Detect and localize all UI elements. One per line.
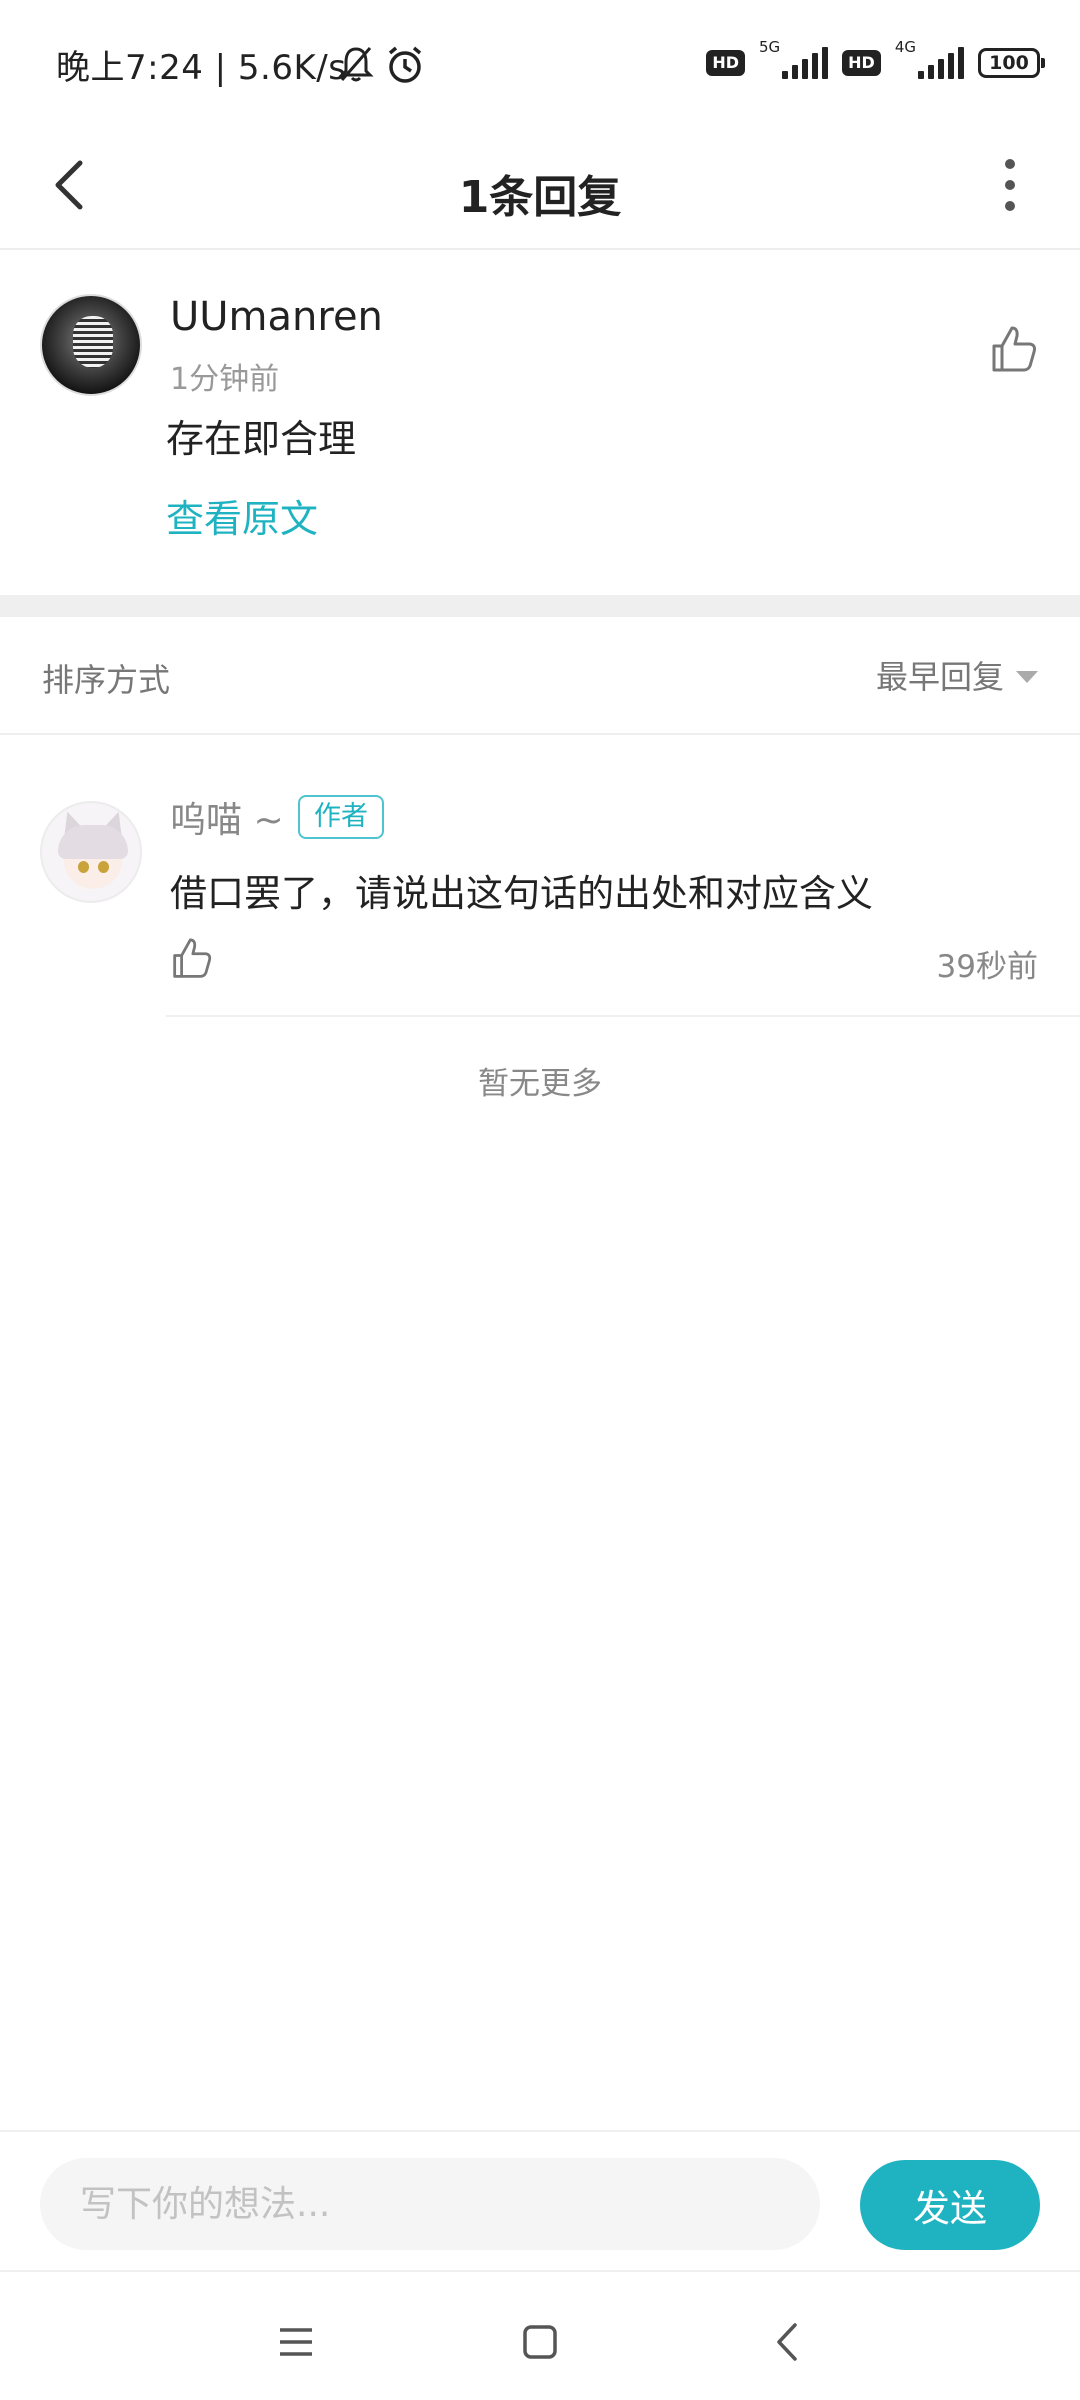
original-comment: UUmanren 1分钟前 存在即合理 查看原文 [0,250,1080,595]
more-vertical-icon [1005,159,1015,169]
like-button[interactable] [984,320,1044,380]
status-time-speed: 晚上7:24 | 5.6K/s [56,48,347,88]
comment-time: 1分钟前 [170,362,280,397]
reply-username[interactable]: 呜喵 ~ [170,791,284,843]
comment-input[interactable] [40,2158,820,2250]
reply-text: 借口罢了，请说出这句话的出处和对应含义 [170,872,873,915]
sort-bar: 排序方式 最早回复 [0,617,1080,735]
comment-text: 存在即合理 [166,417,357,461]
reply-like-button[interactable] [166,933,218,985]
bell-off-icon [336,44,376,88]
reply-divider [166,1015,1080,1017]
no-more-text: 暂无更多 [478,1066,602,1102]
section-divider [0,595,1080,617]
send-button[interactable]: 发送 [860,2160,1040,2250]
view-original-link[interactable]: 查看原文 [166,488,318,543]
battery-icon: 100 [978,48,1045,78]
status-bar: 晚上7:24 | 5.6K/s HD 5G HD 4G 100 [0,0,1080,125]
signal-icon-2 [918,47,964,79]
thumbs-up-icon [992,326,1036,372]
menu-button[interactable] [256,2302,336,2382]
alarm-icon [384,44,426,90]
more-options-button[interactable] [970,145,1050,225]
hd-badge-2: HD [842,50,881,76]
author-badge: 作者 [298,795,384,839]
status-right-group: HD 5G HD 4G 100 [706,38,1045,86]
signal-icon [782,47,829,79]
home-square-icon [523,2325,557,2359]
back-chevron-icon [777,2323,797,2361]
network-label-5g: 5G [758,38,781,56]
reply-time: 39秒前 [936,949,1038,985]
avatar[interactable] [40,294,142,396]
sort-selected-value: 最早回复 [875,658,1004,696]
comment-username[interactable]: UUmanren [170,294,383,340]
sort-dropdown[interactable]: 最早回复 [876,649,1038,701]
reply-item: 呜喵 ~ 作者 借口罢了，请说出这句话的出处和对应含义 39秒前 [0,735,1080,1017]
hd-badge: HD [706,50,745,76]
nav-back-button[interactable] [748,2302,828,2382]
sort-label: 排序方式 [42,661,171,699]
app-header: 1条回复 [0,125,1080,250]
comment-composer: 发送 [0,2130,1080,2270]
network-label-4g: 4G [894,38,916,56]
avatar[interactable] [40,801,142,903]
home-button[interactable] [500,2302,580,2382]
page-title: 1条回复 [458,172,622,223]
menu-icon [280,2328,312,2356]
system-nav-bar [0,2270,1080,2400]
thumbs-up-icon [173,938,212,978]
caret-down-icon [1016,671,1038,683]
